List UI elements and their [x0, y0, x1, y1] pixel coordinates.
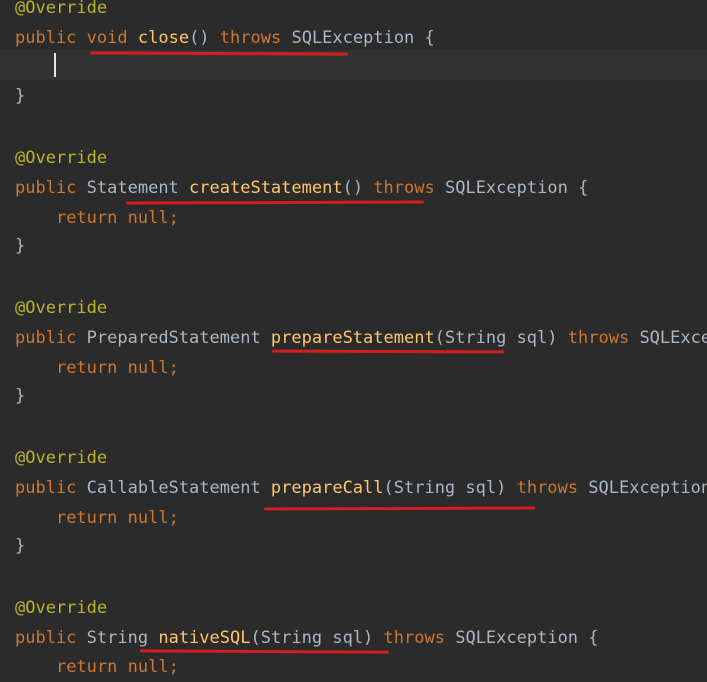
method-name: createStatement — [189, 178, 343, 198]
code-line: @Override — [0, 0, 707, 23]
keyword: public — [15, 328, 77, 348]
brace: } — [15, 536, 26, 556]
annotation: @Override — [15, 0, 108, 18]
params: (String sql) — [250, 628, 374, 648]
keyword: null; — [127, 208, 179, 228]
keyword: throws — [219, 28, 282, 48]
brace: { — [588, 628, 599, 648]
code-line: } — [0, 531, 707, 561]
keyword: public — [15, 628, 77, 648]
exception-type: SQLException — [291, 28, 415, 48]
keyword: return — [55, 208, 118, 228]
annotation: @Override — [15, 148, 108, 168]
exception-type: SQLExcep — [639, 328, 707, 348]
code-editor[interactable]: @Override public void close() throws SQL… — [0, 0, 707, 677]
exception-type: SQLException — [444, 178, 568, 198]
code-line: } — [0, 231, 707, 261]
params: (String sql) — [383, 478, 507, 498]
keyword: throws — [516, 478, 579, 498]
keyword: null; — [127, 508, 179, 528]
method-name: prepareStatement — [270, 328, 435, 348]
return-type: Statement — [86, 178, 179, 198]
keyword: throws — [383, 628, 445, 648]
code-line: public void close() throws SQLException … — [0, 23, 707, 53]
brace: } — [15, 386, 26, 406]
code-line: return null; — [0, 203, 707, 233]
code-line: } — [0, 81, 707, 111]
brace: } — [15, 86, 26, 106]
method-name: prepareCall — [270, 478, 384, 498]
text-caret — [54, 53, 56, 77]
method-name: close — [137, 28, 190, 48]
current-line[interactable] — [0, 50, 707, 80]
params: () — [189, 28, 210, 48]
brace: } — [15, 236, 26, 256]
return-type: String — [86, 628, 149, 648]
keyword: throws — [373, 178, 435, 198]
keyword: throws — [567, 328, 630, 348]
annotation: @Override — [15, 598, 108, 618]
code-line: @Override — [0, 593, 707, 623]
keyword: null; — [127, 657, 179, 677]
code-line: @Override — [0, 143, 707, 173]
keyword: return — [55, 657, 118, 677]
keyword: null; — [127, 358, 179, 378]
code-line: return null; — [0, 652, 707, 682]
code-line: } — [0, 381, 707, 411]
method-name: nativeSQL — [158, 628, 251, 648]
code-line: public PreparedStatement prepareStatemen… — [0, 323, 707, 353]
code-line: public Statement createStatement() throw… — [0, 173, 707, 203]
code-line: public String nativeSQL(String sql) thro… — [0, 623, 707, 653]
keyword: void — [86, 28, 128, 48]
params: (String sql) — [434, 328, 558, 348]
code-line: public CallableStatement prepareCall(Str… — [0, 473, 707, 503]
return-type: CallableStatement — [86, 478, 261, 498]
exception-type: SQLException — [588, 478, 707, 498]
keyword: public — [15, 28, 77, 48]
keyword: return — [55, 358, 118, 378]
code-line: @Override — [0, 293, 707, 323]
annotation: @Override — [15, 298, 108, 318]
code-line: @Override — [0, 443, 707, 473]
params: () — [342, 178, 364, 198]
return-type: PreparedStatement — [86, 328, 261, 348]
brace: { — [578, 178, 589, 198]
annotation: @Override — [15, 448, 108, 468]
brace: { — [424, 28, 435, 48]
code-line: return null; — [0, 353, 707, 383]
keyword: public — [15, 178, 77, 198]
keyword: public — [15, 478, 77, 498]
keyword: return — [55, 508, 118, 528]
exception-type: SQLException — [455, 628, 579, 648]
